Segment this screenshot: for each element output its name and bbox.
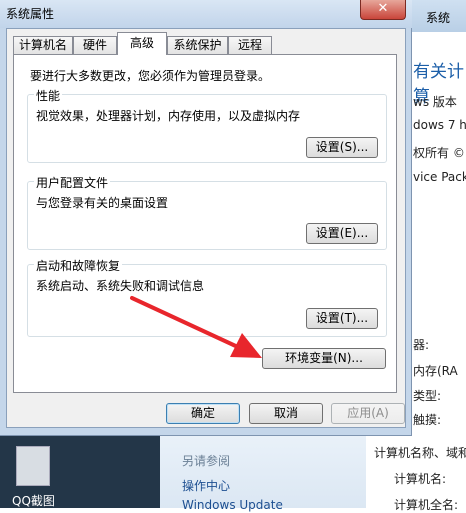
arrow-shaft: [130, 296, 242, 350]
red-arrow-annotation: [130, 296, 262, 358]
